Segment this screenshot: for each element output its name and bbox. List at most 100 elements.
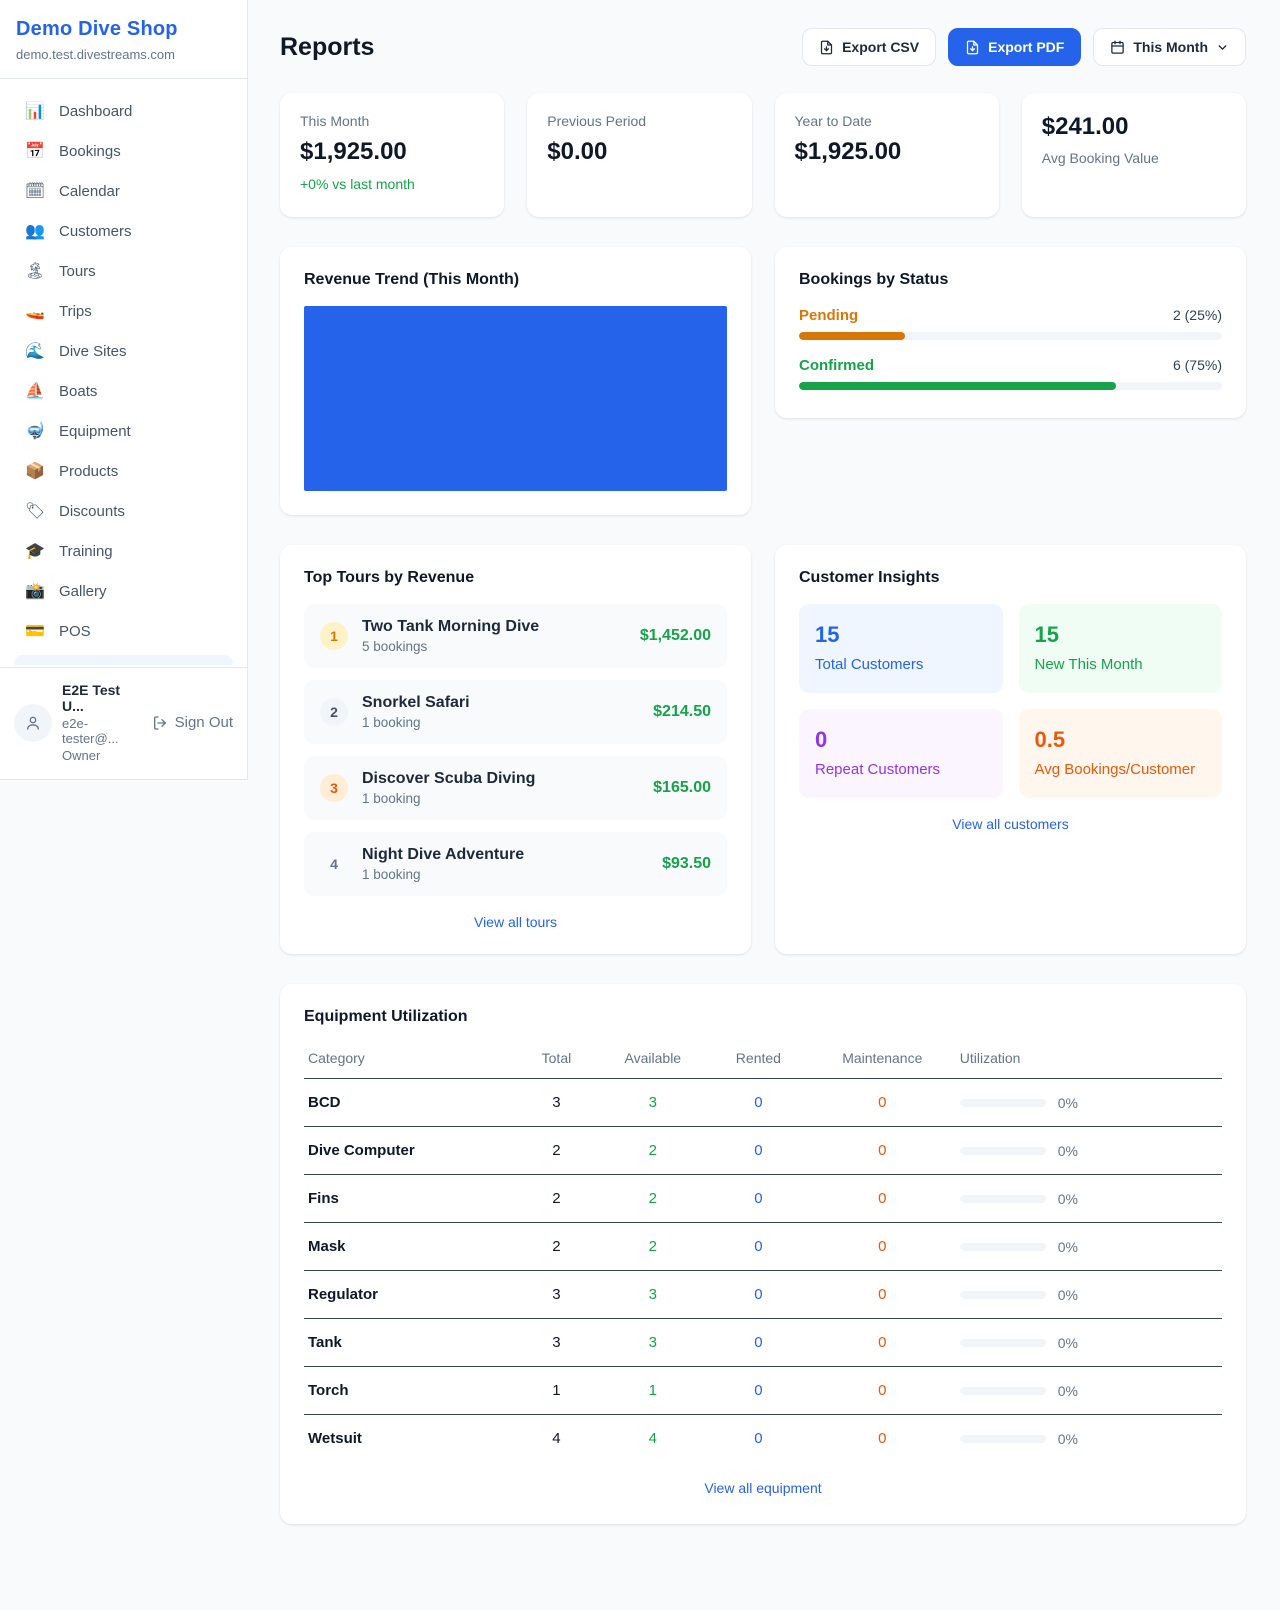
utilization-meter: 0% (960, 1191, 1218, 1207)
status-row: Confirmed6 (75%) (799, 357, 1222, 390)
sidebar-item-boats[interactable]: ⛵Boats (8, 371, 239, 411)
cell-utilization: 0% (956, 1415, 1222, 1463)
column-header: Rented (708, 1040, 809, 1079)
cell-utilization: 0% (956, 1127, 1222, 1175)
rank-badge: 3 (320, 774, 348, 802)
stat-label: Year to Date (795, 113, 979, 129)
cell-available: 4 (598, 1415, 708, 1463)
equipment-utilization-title: Equipment Utilization (304, 1008, 1222, 1026)
column-header: Utilization (956, 1040, 1222, 1079)
cell-maintenance: 0 (809, 1319, 956, 1367)
sidebar-item-customers[interactable]: 👥Customers (8, 211, 239, 251)
sidebar-item-bookings[interactable]: 📅Bookings (8, 131, 239, 171)
person-icon (24, 714, 42, 732)
insights-grid: 15Total Customers15New This Month0Repeat… (799, 604, 1222, 798)
stat-label: Avg Booking Value (1042, 150, 1226, 166)
tour-amount: $93.50 (662, 855, 711, 873)
tour-bookings: 1 booking (362, 791, 639, 806)
cell-maintenance: 0 (809, 1127, 956, 1175)
tour-bookings: 1 booking (362, 867, 648, 882)
cell-rented: 0 (708, 1415, 809, 1463)
sidebar-item-equipment[interactable]: 🤿Equipment (8, 411, 239, 451)
calendar-icon (1110, 40, 1125, 55)
cell-maintenance: 0 (809, 1223, 956, 1271)
credit-card-icon: 💳 (24, 621, 46, 641)
export-pdf-label: Export PDF (988, 39, 1064, 55)
sidebar-item-trips[interactable]: 🚤Trips (8, 291, 239, 331)
cell-rented: 0 (708, 1079, 809, 1127)
tour-bookings: 1 booking (362, 715, 639, 730)
cell-category: Regulator (304, 1271, 515, 1319)
sidebar-item-discounts[interactable]: 🏷Discounts (8, 491, 239, 531)
cell-rented: 0 (708, 1271, 809, 1319)
insight-value: 15 (815, 622, 987, 648)
sidebar: Demo Dive Shop demo.test.divestreams.com… (0, 0, 248, 780)
tour-name: Discover Scuba Diving (362, 770, 639, 788)
cell-category: Fins (304, 1175, 515, 1223)
utilization-meter: 0% (960, 1383, 1218, 1399)
equipment-table-head-row: CategoryTotalAvailableRentedMaintenanceU… (304, 1040, 1222, 1079)
utilization-percent: 0% (1058, 1095, 1078, 1111)
cell-total: 2 (515, 1175, 598, 1223)
active-nav-item-peek (14, 655, 233, 665)
column-header: Total (515, 1040, 598, 1079)
period-dropdown[interactable]: This Month (1093, 28, 1246, 66)
tour-info: Two Tank Morning Dive5 bookings (362, 618, 626, 654)
rank-badge: 1 (320, 622, 348, 650)
brand-title: Demo Dive Shop (16, 18, 231, 41)
cell-utilization: 0% (956, 1079, 1222, 1127)
cell-total: 3 (515, 1319, 598, 1367)
utilization-percent: 0% (1058, 1431, 1078, 1447)
revenue-trend-card: Revenue Trend (This Month) (280, 247, 751, 515)
utilization-percent: 0% (1058, 1383, 1078, 1399)
bookings-by-status-title: Bookings by Status (799, 271, 1222, 289)
view-all-tours-link[interactable]: View all tours (304, 914, 727, 930)
sidebar-item-tours[interactable]: 🏝Tours (8, 251, 239, 291)
export-pdf-button[interactable]: Export PDF (948, 28, 1081, 66)
export-csv-label: Export CSV (842, 39, 919, 55)
utilization-meter: 0% (960, 1239, 1218, 1255)
sidebar-item-calendar[interactable]: 🗓Calendar (8, 171, 239, 211)
cell-maintenance: 0 (809, 1175, 956, 1223)
sidebar-item-label: Dashboard (59, 103, 132, 120)
cell-available: 3 (598, 1079, 708, 1127)
sidebar-item-training[interactable]: 🎓Training (8, 531, 239, 571)
view-all-equipment-link[interactable]: View all equipment (304, 1480, 1222, 1496)
cell-utilization: 0% (956, 1175, 1222, 1223)
status-row: Pending2 (25%) (799, 307, 1222, 340)
user-email: e2e-tester@... (62, 716, 142, 746)
column-header: Maintenance (809, 1040, 956, 1079)
sidebar-item-label: Customers (59, 223, 132, 240)
progress-track (960, 1099, 1046, 1107)
user-role: Owner (62, 748, 142, 763)
utilization-meter: 0% (960, 1143, 1218, 1159)
brand: Demo Dive Shop demo.test.divestreams.com (0, 0, 247, 79)
export-csv-button[interactable]: Export CSV (802, 28, 936, 66)
sidebar-item-dashboard[interactable]: 📊Dashboard (8, 91, 239, 131)
sidebar-nav: 📊Dashboard📅Bookings🗓Calendar👥Customers🏝T… (0, 79, 247, 655)
status-row-header: Pending2 (25%) (799, 307, 1222, 324)
cell-total: 2 (515, 1223, 598, 1271)
sidebar-item-gallery[interactable]: 📸Gallery (8, 571, 239, 611)
table-row: Torch11000% (304, 1367, 1222, 1415)
utilization-percent: 0% (1058, 1335, 1078, 1351)
diving-mask-icon: 🤿 (24, 421, 46, 441)
view-all-customers-link[interactable]: View all customers (799, 816, 1222, 832)
cell-total: 4 (515, 1415, 598, 1463)
sidebar-item-dive-sites[interactable]: 🌊Dive Sites (8, 331, 239, 371)
cell-total: 3 (515, 1079, 598, 1127)
table-row: Dive Computer22000% (304, 1127, 1222, 1175)
status-count: 6 (75%) (1173, 357, 1222, 373)
sign-out-button[interactable]: Sign Out (152, 714, 233, 731)
insight-value: 0.5 (1035, 727, 1207, 753)
stat-label: This Month (300, 113, 484, 129)
bookings-by-status-card: Bookings by Status Pending2 (25%) Confirm… (775, 247, 1246, 418)
insight-tile-avg-bookings-customer: 0.5Avg Bookings/Customer (1019, 709, 1223, 798)
sidebar-item-products[interactable]: 📦Products (8, 451, 239, 491)
sidebar-item-label: Boats (59, 383, 97, 400)
sidebar-item-label: Training (59, 543, 113, 560)
cell-rented: 0 (708, 1223, 809, 1271)
sidebar-item-pos[interactable]: 💳POS (8, 611, 239, 651)
cell-total: 3 (515, 1271, 598, 1319)
tour-list-item: 1Two Tank Morning Dive5 bookings$1,452.0… (304, 604, 727, 668)
